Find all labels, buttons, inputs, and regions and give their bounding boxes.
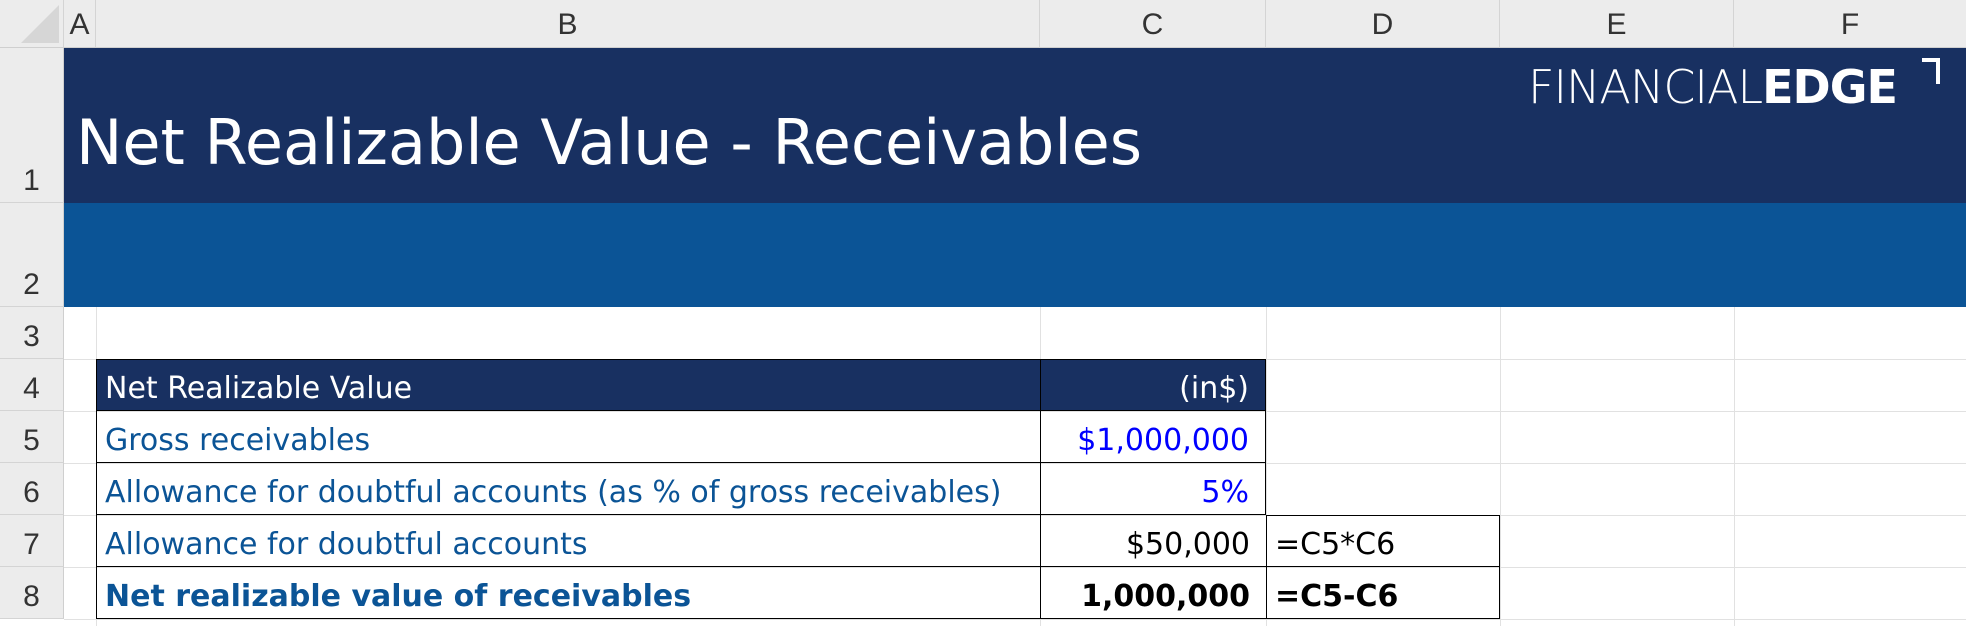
net-realizable-value-label[interactable]: Net realizable value of receivables xyxy=(96,567,1040,619)
spreadsheet: A B C D E F 1 2 3 4 5 6 7 8 Net Realizab… xyxy=(0,0,1966,626)
net-realizable-formula-note[interactable]: =C5-C6 xyxy=(1266,567,1500,619)
allowance-percent-value[interactable]: 5% xyxy=(1040,463,1266,515)
row-number: 7 xyxy=(23,528,40,561)
logo-corner-mark xyxy=(1922,58,1940,84)
row-number: 6 xyxy=(23,476,40,509)
allowance-value[interactable]: $50,000 xyxy=(1040,515,1266,567)
net-realizable-value-value[interactable]: 1,000,000 xyxy=(1040,567,1266,619)
subtitle-band xyxy=(64,203,1966,307)
financial-edge-logo: FINANCIALEDGE xyxy=(1528,64,1898,110)
select-all-triangle xyxy=(21,5,59,43)
column-header-d[interactable]: D xyxy=(1266,0,1500,48)
logo-text-bold: EDGE xyxy=(1762,60,1898,114)
row-header-6[interactable]: 6 xyxy=(0,463,64,515)
allowance-formula-note[interactable]: =C5*C6 xyxy=(1266,515,1500,567)
row-number: 2 xyxy=(23,268,40,301)
row-header-7[interactable]: 7 xyxy=(0,515,64,567)
allowance-label[interactable]: Allowance for doubtful accounts xyxy=(96,515,1040,567)
table-header-label[interactable]: Net Realizable Value xyxy=(96,359,1040,411)
column-header-f[interactable]: F xyxy=(1734,0,1966,48)
column-header-a[interactable]: A xyxy=(64,0,96,48)
row-number: 4 xyxy=(23,372,40,405)
column-header-e[interactable]: E xyxy=(1500,0,1734,48)
gross-receivables-value[interactable]: $1,000,000 xyxy=(1040,411,1266,463)
gridline xyxy=(1500,307,1501,626)
row-number: 1 xyxy=(23,164,40,197)
row-number: 8 xyxy=(23,580,40,613)
row-header-4[interactable]: 4 xyxy=(0,359,64,411)
row-header-2[interactable]: 2 xyxy=(0,203,64,307)
row-header-8[interactable]: 8 xyxy=(0,567,64,619)
table-header-unit[interactable]: (in$) xyxy=(1040,359,1266,411)
logo-text-light: FINANCIAL xyxy=(1528,60,1763,114)
select-all-corner[interactable] xyxy=(0,0,64,48)
row-header-5[interactable]: 5 xyxy=(0,411,64,463)
gridline xyxy=(64,619,1966,620)
row-header-3[interactable]: 3 xyxy=(0,307,64,359)
column-header-b[interactable]: B xyxy=(96,0,1040,48)
row-header-1[interactable]: 1 xyxy=(0,48,64,203)
sheet-title[interactable]: Net Realizable Value - Receivables xyxy=(76,112,1142,174)
row-number: 3 xyxy=(23,320,40,353)
gross-receivables-label[interactable]: Gross receivables xyxy=(96,411,1040,463)
gridline xyxy=(1734,307,1735,626)
column-header-c[interactable]: C xyxy=(1040,0,1266,48)
row-number: 5 xyxy=(23,424,40,457)
allowance-percent-label[interactable]: Allowance for doubtful accounts (as % of… xyxy=(96,463,1040,515)
